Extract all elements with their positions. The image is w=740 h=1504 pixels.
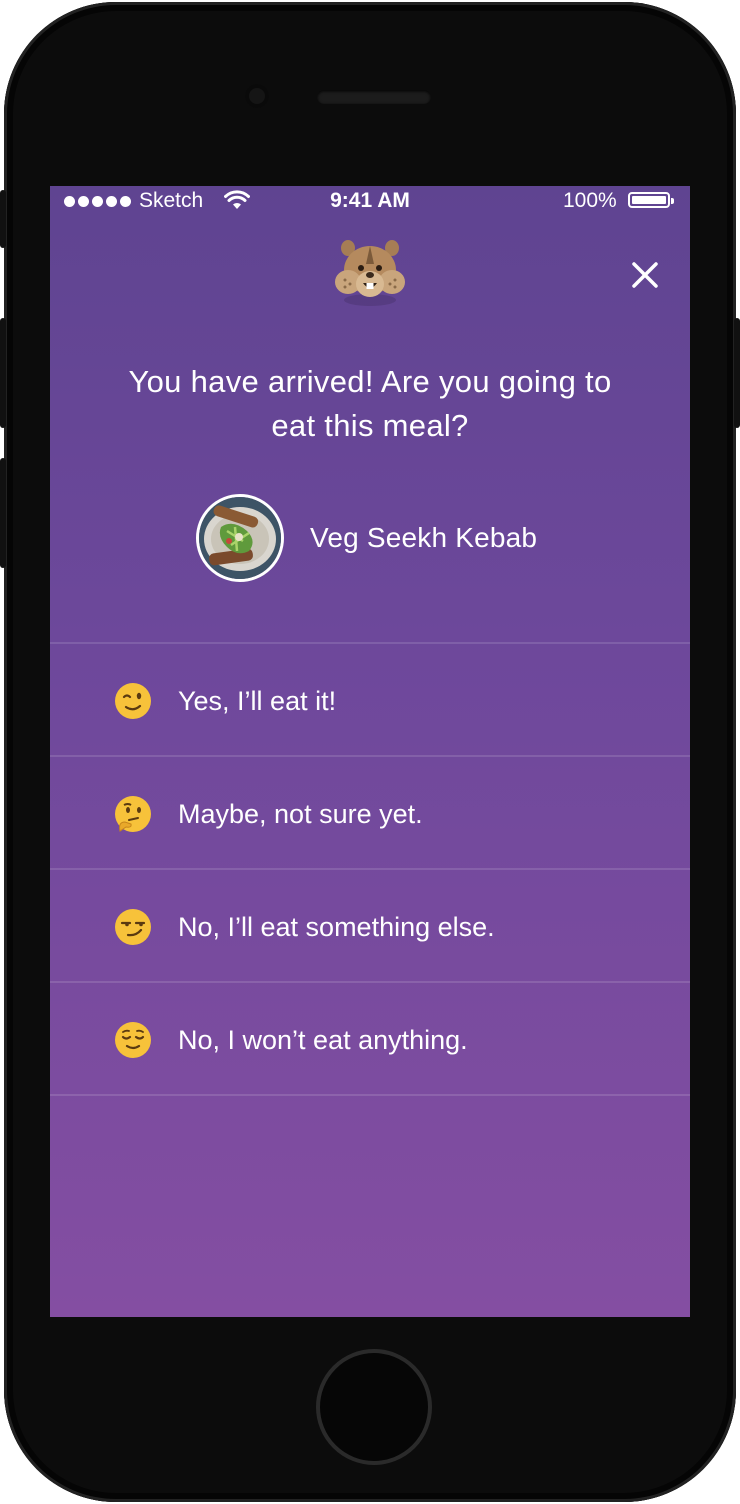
arrival-question: You have arrived! Are you going to eat t… bbox=[128, 364, 612, 443]
volume-up-button bbox=[0, 318, 6, 428]
kebab-plate-photo bbox=[199, 497, 281, 579]
response-options: Yes, I’ll eat it! Maybe, not sure yet. N… bbox=[50, 642, 690, 1096]
option-label: No, I’ll eat something else. bbox=[178, 912, 495, 942]
meal-card: Veg Seekh Kebab bbox=[196, 494, 537, 582]
chipmunk-mascot-icon bbox=[335, 240, 405, 306]
battery-icon bbox=[628, 192, 674, 208]
power-button bbox=[734, 318, 740, 428]
option-label: Yes, I’ll eat it! bbox=[178, 686, 337, 716]
relieved-face-icon bbox=[115, 1022, 151, 1058]
status-bar: Sketch 9:41 AM 100% bbox=[50, 186, 690, 218]
front-camera bbox=[245, 84, 269, 108]
app-screen: Sketch 9:41 AM 100% You have arrived! Ar… bbox=[50, 186, 690, 1317]
battery-percentage: 100% bbox=[563, 189, 617, 212]
thinking-face-icon bbox=[115, 796, 151, 832]
option-maybe[interactable]: Maybe, not sure yet. bbox=[50, 755, 690, 868]
option-label: No, I won’t eat anything. bbox=[178, 1025, 468, 1055]
close-icon[interactable] bbox=[630, 260, 660, 290]
option-label: Maybe, not sure yet. bbox=[178, 799, 423, 829]
home-button[interactable] bbox=[316, 1349, 432, 1465]
option-something-else[interactable]: No, I’ll eat something else. bbox=[50, 868, 690, 981]
volume-down-button bbox=[0, 458, 6, 568]
meal-name: Veg Seekh Kebab bbox=[310, 522, 538, 553]
smirking-face-icon bbox=[115, 909, 151, 945]
winking-face-icon bbox=[115, 683, 151, 719]
earpiece-speaker bbox=[317, 90, 431, 104]
meal-thumbnail bbox=[196, 494, 284, 582]
option-yes[interactable]: Yes, I’ll eat it! bbox=[50, 642, 690, 755]
mute-switch bbox=[0, 190, 6, 248]
option-nothing[interactable]: No, I won’t eat anything. bbox=[50, 981, 690, 1096]
